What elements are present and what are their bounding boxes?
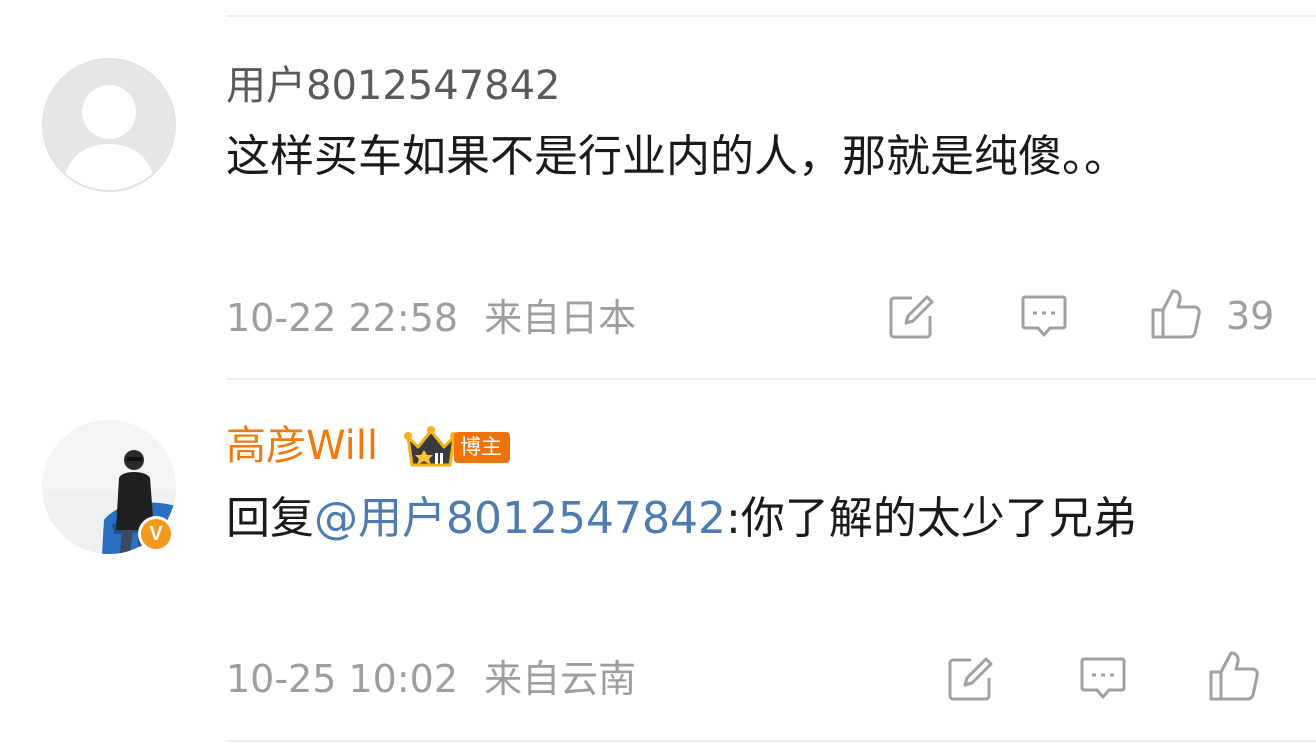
comment-text: 回复@用户8012547842:你了解的太少了兄弟 (226, 484, 1236, 554)
blogger-badge: 博主 (404, 425, 510, 469)
reply-text: :你了解的太少了兄弟 (725, 493, 1137, 544)
location: 来自日本 (484, 296, 637, 340)
username[interactable]: 高彦Will (226, 422, 378, 470)
avatar[interactable]: V (42, 420, 176, 554)
verified-badge: V (138, 516, 174, 552)
comment-meta: 10-22 22:58 来自日本 (226, 295, 636, 341)
repost-icon[interactable] (945, 654, 995, 704)
location: 来自云南 (484, 657, 637, 701)
badge-label: 博主 (454, 431, 510, 463)
comment-icon[interactable] (1078, 654, 1128, 704)
timestamp: 10-25 10:02 (226, 657, 459, 701)
like-icon[interactable] (1150, 288, 1202, 340)
comment-text: 这样买车如果不是行业内的人，那就是纯傻。。 (226, 131, 1128, 182)
divider (226, 15, 1316, 17)
avatar[interactable] (42, 58, 176, 192)
like-count: 39 (1226, 294, 1275, 338)
repost-icon[interactable] (886, 292, 936, 342)
like-icon[interactable] (1208, 650, 1260, 702)
comment-list: 用户8012547842 这样买车如果不是行业内的人，那就是纯傻。。 10-22… (0, 0, 1316, 742)
comment-icon[interactable] (1019, 292, 1069, 342)
divider (226, 378, 1316, 380)
crown-icon (404, 426, 458, 467)
reply-prefix: 回复 (226, 493, 314, 544)
comment-meta: 10-25 10:02 来自云南 (226, 656, 636, 702)
default-avatar-icon (44, 60, 174, 190)
verified-v-icon: V (141, 519, 171, 549)
username[interactable]: 用户8012547842 (226, 62, 561, 110)
timestamp: 10-22 22:58 (226, 296, 459, 340)
mention-link[interactable]: @用户8012547842 (314, 493, 726, 544)
